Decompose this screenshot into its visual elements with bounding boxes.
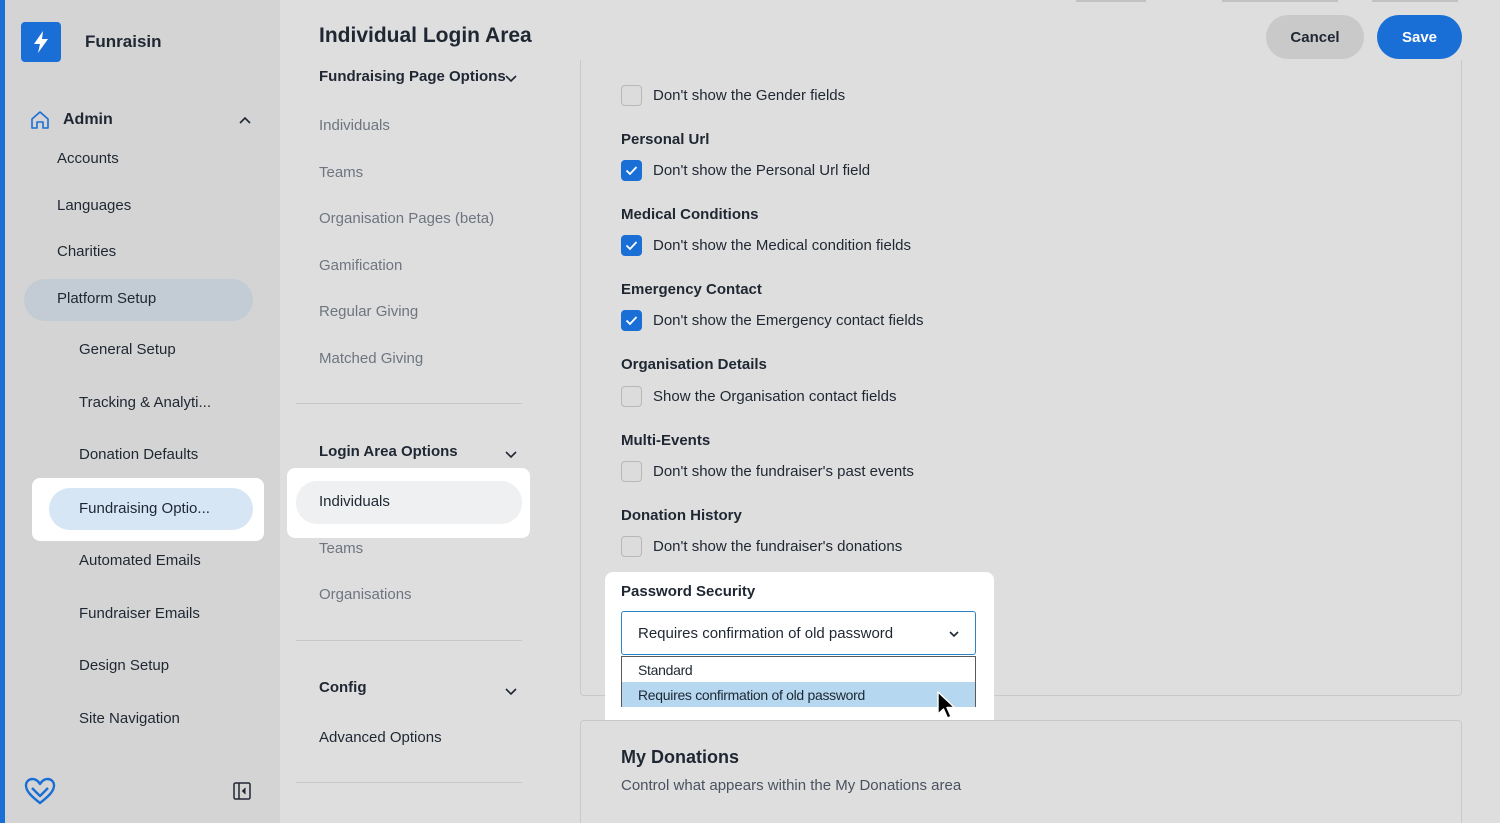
my-donations-card	[580, 720, 1462, 823]
donation-history-checkbox[interactable]	[621, 535, 642, 557]
sidebar-item-languages[interactable]: Languages	[57, 197, 131, 214]
personal-url-checkbox-row[interactable]: Don't show the Personal Url field	[621, 159, 870, 181]
donation-history-label: Donation History	[621, 507, 742, 524]
chevron-down-icon[interactable]	[504, 684, 518, 698]
subnav-item-login-teams[interactable]: Teams	[319, 540, 363, 557]
checkmark-icon	[625, 165, 638, 175]
gender-checkbox[interactable]	[621, 84, 642, 106]
medical-checkbox[interactable]	[621, 234, 642, 256]
lightning-icon	[21, 22, 61, 62]
chevron-down-icon	[949, 631, 959, 638]
chevron-up-icon[interactable]	[237, 112, 253, 128]
app-sidebar: Funraisin Admin	[0, 0, 280, 823]
multi-events-checkbox[interactable]	[621, 460, 642, 482]
password-security-label: Password Security	[621, 583, 756, 600]
subnav-item-matched-giving[interactable]: Matched Giving	[319, 350, 423, 367]
mouse-cursor-icon	[937, 691, 956, 719]
sidebar-item-design-setup[interactable]: Design Setup	[79, 657, 169, 674]
subnav-item-regular-giving[interactable]: Regular Giving	[319, 303, 418, 320]
personal-url-checkbox-label: Don't show the Personal Url field	[653, 161, 871, 179]
subnav-item-organisation-pages[interactable]: Organisation Pages (beta)	[319, 210, 494, 227]
subnav-divider	[296, 640, 522, 641]
subnav-item-teams[interactable]: Teams	[319, 164, 363, 181]
subnav-divider	[296, 403, 522, 404]
multi-events-label: Multi-Events	[621, 432, 711, 449]
medical-checkbox-label: Don't show the Medical condition fields	[653, 236, 912, 254]
checkmark-icon	[625, 240, 638, 250]
password-security-selected-value: Requires confirmation of old password	[638, 624, 894, 642]
brand-name: Funraisin	[85, 32, 162, 51]
sidebar-item-site-navigation[interactable]: Site Navigation	[79, 710, 180, 727]
subnav-section-config[interactable]: Config	[319, 679, 366, 696]
heart-logo-icon[interactable]	[23, 776, 57, 806]
emergency-checkbox-row[interactable]: Don't show the Emergency contact fields	[621, 309, 924, 331]
emergency-checkbox[interactable]	[621, 309, 642, 331]
organisation-checkbox-row[interactable]: Show the Organisation contact fields	[621, 385, 896, 407]
multi-events-checkbox-row[interactable]: Don't show the fundraiser's past events	[621, 460, 914, 482]
medical-conditions-label: Medical Conditions	[621, 206, 759, 223]
sidebar-item-fundraiser-emails[interactable]: Fundraiser Emails	[79, 605, 200, 622]
subnav-item-login-individuals[interactable]: Individuals	[319, 493, 390, 510]
my-donations-title: My Donations	[621, 747, 740, 767]
collapse-sidebar-icon[interactable]	[233, 782, 251, 800]
subnav-section-login-area-options[interactable]: Login Area Options	[319, 443, 458, 460]
dropdown-option-requires-confirmation[interactable]: Requires confirmation of old password	[622, 682, 975, 707]
sidebar-item-tracking[interactable]: Tracking & Analyti...	[79, 394, 211, 411]
subnav-divider	[296, 782, 522, 783]
top-divider	[1076, 0, 1146, 2]
cancel-button[interactable]: Cancel	[1266, 15, 1364, 59]
home-icon	[31, 111, 49, 129]
organisation-checkbox-label: Show the Organisation contact fields	[653, 387, 897, 405]
sidebar-item-charities[interactable]: Charities	[57, 243, 116, 260]
dropdown-option-standard[interactable]: Standard	[622, 657, 975, 682]
subnav-section-fundraising-page-options[interactable]: Fundraising Page Options	[319, 68, 506, 85]
subnav-item-login-organisations[interactable]: Organisations	[319, 586, 412, 603]
page-title: Individual Login Area	[319, 24, 532, 47]
my-donations-subtitle: Control what appears within the My Donat…	[621, 777, 962, 794]
password-security-select[interactable]: Requires confirmation of old password	[621, 611, 976, 655]
organisation-checkbox[interactable]	[621, 385, 642, 407]
donation-history-checkbox-label: Don't show the fundraiser's donations	[653, 537, 903, 555]
sidebar-admin-label: Admin	[63, 111, 113, 128]
sidebar-admin-toggle[interactable]: Admin	[29, 108, 259, 132]
password-security-dropdown: Standard Requires confirmation of old pa…	[621, 656, 976, 707]
subnav-item-advanced-options[interactable]: Advanced Options	[319, 729, 442, 746]
personal-url-checkbox[interactable]	[621, 159, 642, 181]
gender-checkbox-label: Don't show the Gender fields	[653, 86, 846, 104]
checkmark-icon	[625, 315, 638, 325]
subnav-item-gamification[interactable]: Gamification	[319, 257, 402, 274]
chevron-down-icon[interactable]	[504, 447, 518, 461]
gender-checkbox-row[interactable]: Don't show the Gender fields	[621, 84, 845, 106]
save-button[interactable]: Save	[1377, 15, 1462, 59]
sidebar-item-donation-defaults[interactable]: Donation Defaults	[79, 446, 198, 463]
top-divider	[1372, 0, 1458, 2]
top-divider	[1222, 0, 1338, 2]
brand[interactable]: Funraisin	[21, 22, 162, 62]
sidebar-item-platform-setup[interactable]: Platform Setup	[57, 290, 156, 307]
organisation-details-label: Organisation Details	[621, 356, 767, 373]
medical-checkbox-row[interactable]: Don't show the Medical condition fields	[621, 234, 911, 256]
subnav-item-individuals[interactable]: Individuals	[319, 117, 390, 134]
sidebar-item-fundraising-options[interactable]: Fundraising Optio...	[79, 500, 210, 517]
personal-url-label: Personal Url	[621, 131, 710, 148]
donation-history-checkbox-row[interactable]: Don't show the fundraiser's donations	[621, 535, 902, 557]
emergency-contact-label: Emergency Contact	[621, 281, 762, 298]
multi-events-checkbox-label: Don't show the fundraiser's past events	[653, 462, 914, 480]
chevron-down-icon[interactable]	[504, 71, 518, 85]
sidebar-item-general-setup[interactable]: General Setup	[79, 341, 176, 358]
sidebar-item-accounts[interactable]: Accounts	[57, 150, 119, 167]
sidebar-item-automated-emails[interactable]: Automated Emails	[79, 552, 201, 569]
emergency-checkbox-label: Don't show the Emergency contact fields	[653, 311, 924, 329]
